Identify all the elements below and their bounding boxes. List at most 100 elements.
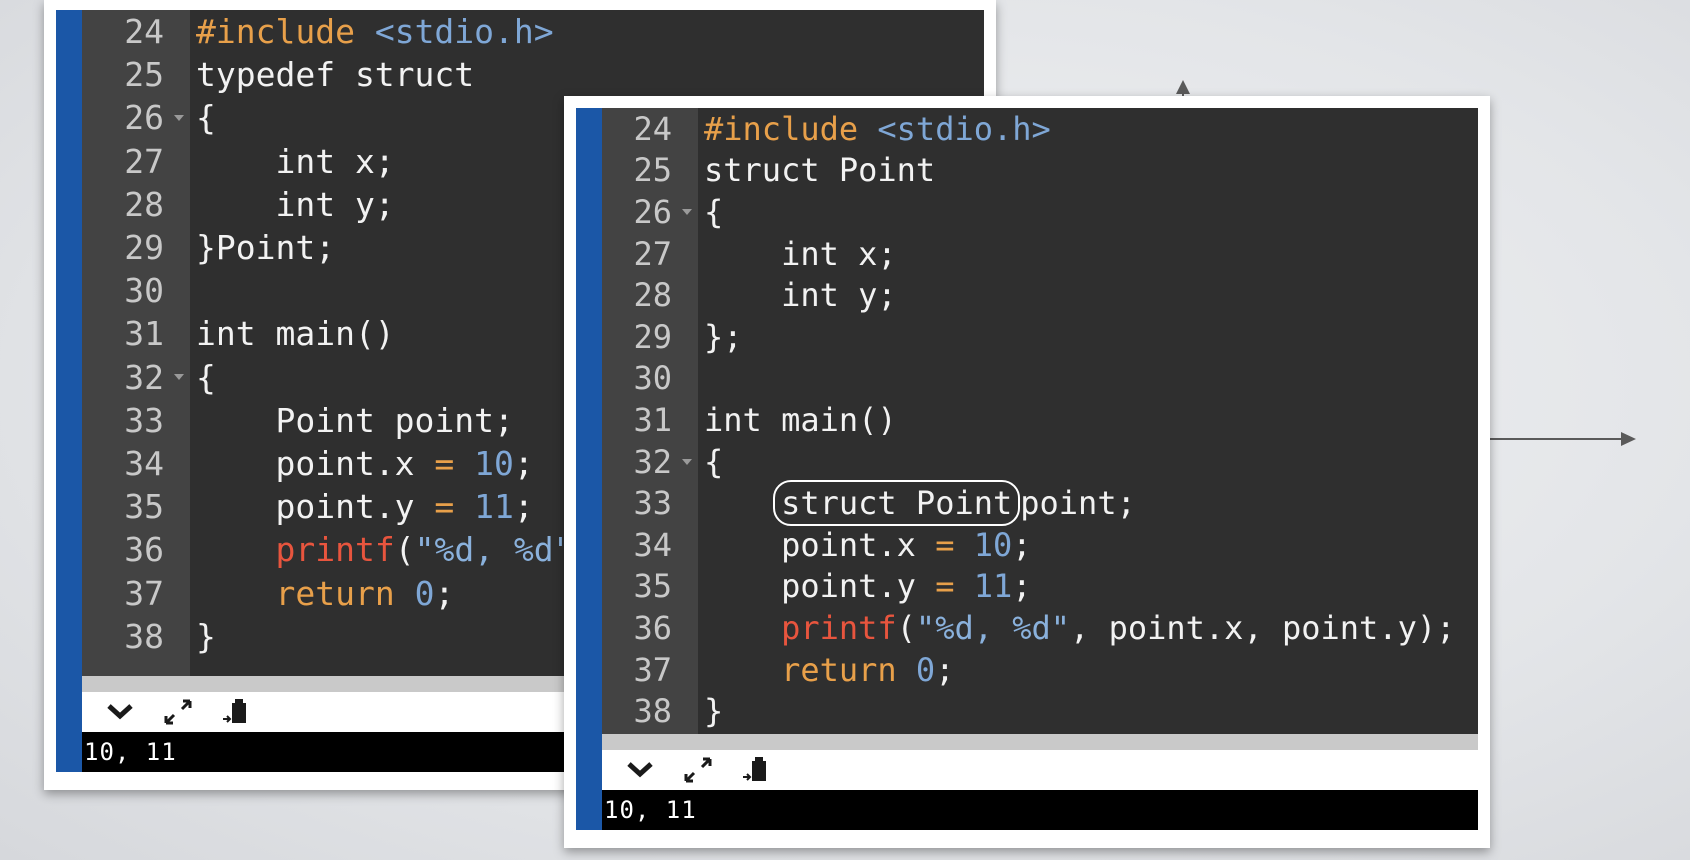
line-number	[82, 657, 190, 676]
code-token: =	[434, 487, 455, 527]
code-token: <stdio.h>	[877, 109, 1051, 148]
code-text: point.y = 11;	[190, 487, 533, 527]
code-text: return 0;	[698, 651, 954, 689]
line-number: 38	[602, 690, 698, 732]
line-number: 27	[82, 139, 190, 183]
arrow-up-head	[1176, 80, 1190, 94]
line-number-text: 34	[633, 525, 672, 564]
code-text: };	[698, 318, 743, 356]
code-token: {	[196, 357, 216, 397]
code-text: return 0;	[190, 574, 454, 613]
code-line-overflow	[602, 731, 1478, 734]
code-editor[interactable]: 24 #include <stdio.h> 25 struct Point 26{27 …	[602, 108, 1478, 734]
line-number-text: 30	[124, 271, 164, 311]
code-text: int x;	[698, 235, 897, 273]
line-number-text: 30	[633, 359, 672, 398]
code-line: 25 typedef struct	[82, 53, 984, 97]
code-token: int main()	[704, 400, 897, 439]
editor-side-bar	[56, 10, 82, 772]
code-token: int x;	[196, 141, 395, 181]
code-token: 0	[414, 573, 435, 613]
editor-toolbar	[602, 750, 1478, 790]
code-token: {	[196, 98, 216, 138]
code-token: point.y	[704, 567, 936, 606]
code-token: "%d, %d"	[414, 530, 574, 570]
line-number-text: 36	[633, 608, 672, 647]
line-number: 31	[82, 312, 190, 356]
fold-arrow-icon[interactable]	[682, 458, 692, 465]
line-number-text: 33	[124, 400, 164, 440]
code-token: int x;	[704, 234, 897, 273]
line-number	[602, 731, 698, 734]
code-line: 26{	[602, 191, 1478, 233]
code-line: 27 int x;	[602, 232, 1478, 275]
line-number: 30	[602, 357, 698, 400]
code-token: =	[434, 443, 455, 483]
clipboard-icon[interactable]	[218, 696, 254, 728]
code-line: 25 struct Point	[602, 149, 1478, 192]
editor-side-bar	[576, 108, 602, 830]
code-line: 30	[602, 357, 1478, 400]
line-number-text: 29	[124, 228, 164, 268]
code-text: #include <stdio.h>	[698, 110, 1051, 148]
clipboard-icon[interactable]	[738, 754, 774, 786]
code-text: printf("%d, %d"	[190, 530, 574, 570]
line-number: 34	[82, 441, 190, 486]
code-token: (	[394, 530, 415, 570]
code-line: 31 int main()	[602, 399, 1478, 441]
line-number-text: 38	[633, 692, 672, 731]
code-token: ;	[513, 443, 534, 483]
code-text: struct Point	[698, 151, 935, 189]
line-number-text: 24	[124, 12, 164, 52]
code-token: }	[196, 616, 216, 656]
line-number-text: 28	[633, 276, 672, 315]
expand-icon[interactable]	[160, 696, 196, 728]
code-token: ;	[935, 650, 955, 689]
code-line: 34 point.x = 10;	[602, 523, 1478, 566]
line-number-text: 24	[633, 109, 672, 148]
code-line: 24 #include <stdio.h>	[602, 108, 1478, 150]
expand-icon[interactable]	[680, 754, 716, 786]
code-token: 0	[915, 650, 936, 689]
line-number: 29	[82, 225, 190, 270]
code-token: int main()	[196, 314, 395, 354]
line-number: 35	[82, 485, 190, 529]
line-number-text: 31	[124, 314, 164, 354]
line-number: 24	[82, 10, 190, 54]
line-number-text: 35	[124, 487, 164, 527]
horizontal-scrollbar[interactable]	[602, 734, 1478, 750]
code-token: point.x	[704, 525, 936, 564]
code-text: int main()	[698, 401, 897, 439]
line-number-text: 36	[124, 530, 164, 570]
fold-arrow-icon[interactable]	[682, 208, 692, 215]
fold-arrow-icon[interactable]	[174, 374, 184, 381]
line-number: 28	[82, 182, 190, 226]
line-number-text: 37	[633, 650, 672, 689]
line-number: 26	[602, 191, 698, 233]
line-number: 37	[602, 648, 698, 691]
code-token: printf	[781, 608, 897, 647]
chevron-down-icon[interactable]	[102, 696, 138, 728]
line-number: 32	[82, 355, 190, 399]
code-text: Point point;	[190, 401, 513, 440]
code-token: }Point;	[196, 228, 336, 268]
code-token: =	[935, 525, 955, 564]
chevron-down-icon[interactable]	[622, 754, 658, 786]
line-number-text: 25	[633, 151, 672, 190]
code-token: 11	[474, 487, 514, 527]
code-token: ;	[434, 573, 455, 613]
code-token: #include	[196, 12, 355, 52]
line-number: 30	[82, 269, 190, 313]
code-line: 36 printf("%d, %d", point.x, point.y);	[602, 607, 1478, 649]
code-line: 32{	[602, 440, 1478, 483]
code-token: struct Point	[704, 151, 936, 190]
code-token: , point.x, point.y);	[1070, 608, 1456, 647]
line-number-text: 33	[633, 484, 672, 523]
line-number: 25	[602, 149, 698, 192]
code-token: }	[704, 692, 724, 731]
fold-arrow-icon[interactable]	[174, 114, 184, 121]
